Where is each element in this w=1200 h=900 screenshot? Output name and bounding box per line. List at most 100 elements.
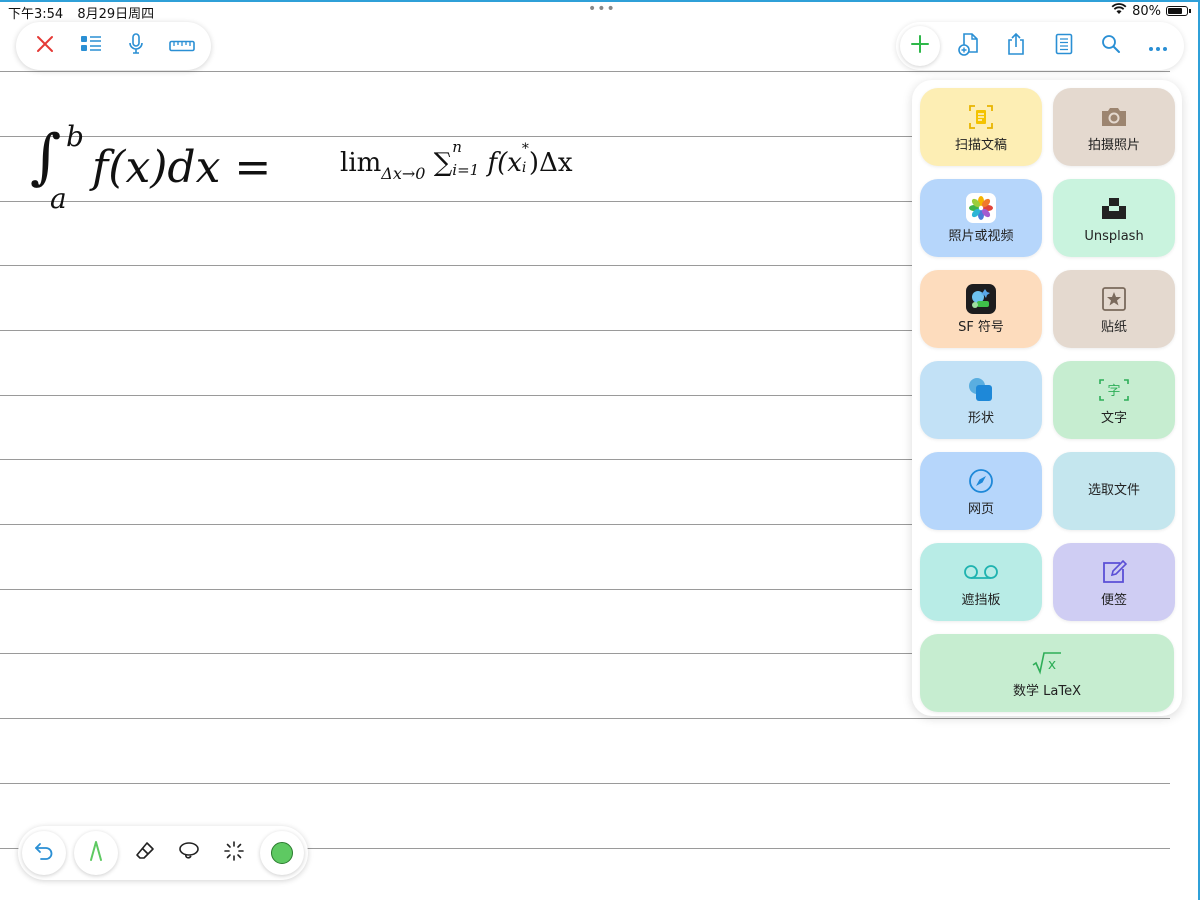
wifi-icon [1111, 3, 1127, 19]
status-time: 下午3:54 [8, 7, 64, 22]
color-swatch-icon [270, 842, 293, 864]
sf-symbols-button[interactable]: SF 符号 [920, 270, 1042, 348]
tile-label: SF 符号 [958, 320, 1004, 335]
tile-label: 便签 [1100, 593, 1127, 608]
sticky-note-button[interactable]: 便签 [1053, 543, 1175, 621]
mask-button[interactable]: 遮挡板 [920, 543, 1042, 621]
summand-tail: )Δx [528, 148, 573, 178]
sum-upper: n [452, 138, 462, 156]
math-latex-button[interactable]: x 数学 LaTeX [920, 634, 1174, 712]
search-icon [1101, 34, 1121, 58]
share-button[interactable] [998, 28, 1034, 64]
sum-lower: i=1 [452, 161, 480, 179]
camera-icon [1099, 100, 1129, 134]
tile-label: 贴纸 [1100, 320, 1127, 335]
photos-videos-button[interactable]: 照片或视频 [920, 179, 1042, 257]
plus-icon [910, 34, 930, 58]
unsplash-icon [1101, 191, 1127, 225]
color-picker-button[interactable] [259, 831, 304, 875]
ruled-line [0, 653, 912, 654]
outline-button[interactable] [73, 28, 109, 64]
close-icon [36, 35, 54, 57]
summand-star: * [521, 141, 529, 157]
share-icon [1006, 32, 1026, 60]
microphone-icon [128, 33, 144, 59]
eraser-button[interactable] [127, 835, 163, 871]
sticker-button[interactable]: 贴纸 [1053, 270, 1175, 348]
shapes-button[interactable]: 形状 [920, 361, 1042, 439]
ruled-line [0, 589, 912, 590]
lasso-button[interactable] [171, 835, 207, 871]
integral-upper-limit: b [66, 120, 84, 153]
ruler-button[interactable] [164, 28, 200, 64]
more-icon [1148, 37, 1168, 56]
magic-wand-button[interactable] [216, 835, 252, 871]
sf-symbols-icon [966, 282, 996, 316]
scan-document-button[interactable]: 扫描文稿 [920, 88, 1042, 166]
tile-label: 文字 [1100, 411, 1127, 426]
svg-text:字: 字 [1107, 384, 1120, 399]
magic-wand-icon [223, 840, 245, 866]
status-right: 80% [1111, 3, 1191, 19]
ruled-line [0, 265, 912, 266]
status-left: 下午3:54 8月29日周四 [8, 3, 164, 22]
ruled-line [0, 524, 912, 525]
formula-rhs: limΔx→0 ∑ n i=1 f(x * i)Δx [340, 140, 573, 184]
toolbar-left [16, 22, 211, 70]
ruled-line [0, 459, 912, 460]
battery-icon [1166, 6, 1191, 16]
notes-page: 下午3:54 8月29日周四 ••• 80% ∫ b a f(x)dx = li… [0, 0, 1200, 900]
ruled-line [0, 718, 1170, 719]
pen-icon [88, 840, 104, 866]
summand-index: i [521, 160, 527, 176]
tile-label: 扫描文稿 [954, 138, 1007, 153]
eraser-icon [135, 841, 155, 865]
undo-icon [34, 842, 54, 864]
web-page-button[interactable]: 网页 [920, 452, 1042, 530]
close-button[interactable] [27, 28, 63, 64]
tile-label: 网页 [967, 502, 994, 517]
multitasking-dots[interactable]: ••• [588, 1, 616, 17]
integral-lower-limit: a [50, 182, 67, 215]
lasso-icon [178, 841, 200, 865]
svg-text:x: x [1048, 657, 1056, 673]
tile-label: 拍摄照片 [1087, 138, 1140, 153]
outline-list-icon [80, 35, 102, 57]
text-icon: 字 [1099, 373, 1129, 407]
limit-subscript: Δx→0 [381, 164, 426, 183]
shapes-icon [967, 373, 995, 407]
take-photo-button[interactable]: 拍摄照片 [1053, 88, 1175, 166]
text-button[interactable]: 字 文字 [1053, 361, 1175, 439]
tile-label: 数学 LaTeX [1013, 684, 1081, 699]
search-button[interactable] [1093, 28, 1129, 64]
unsplash-button[interactable]: Unsplash [1053, 179, 1175, 257]
tile-label: 形状 [967, 411, 994, 426]
ruled-line [0, 395, 912, 396]
choose-file-button[interactable]: 选取文件 [1053, 452, 1175, 530]
undo-button[interactable] [22, 831, 66, 875]
page-layout-button[interactable] [1046, 28, 1082, 64]
drawing-toolbar [18, 826, 308, 880]
add-page-icon [958, 32, 980, 60]
add-page-button[interactable] [951, 28, 987, 64]
formula-lhs: ∫ b a f(x)dx = [30, 120, 330, 220]
toolbar-right [896, 22, 1184, 70]
pen-tool-button[interactable] [74, 831, 119, 875]
sticky-note-icon [1100, 555, 1128, 589]
safari-compass-icon [968, 464, 994, 498]
mask-icon [963, 555, 999, 589]
sum-operator: ∑ [433, 148, 453, 178]
ruled-line [0, 330, 912, 331]
tile-label: 遮挡板 [961, 593, 1001, 608]
summand-func: f(x [487, 148, 522, 178]
more-button[interactable] [1140, 28, 1176, 64]
insert-menu-panel: 扫描文稿 拍摄照片 照片或视频 Unsplash SF 符号 贴纸 形状 字 文… [912, 80, 1182, 716]
tile-label: 照片或视频 [948, 229, 1014, 244]
tile-label: Unsplash [1084, 229, 1144, 244]
limit-operator: lim [340, 148, 382, 178]
insert-button[interactable] [900, 26, 940, 66]
ruler-icon [169, 37, 195, 56]
scan-document-icon [967, 100, 995, 134]
ruled-line [0, 783, 1170, 784]
record-audio-button[interactable] [118, 28, 154, 64]
